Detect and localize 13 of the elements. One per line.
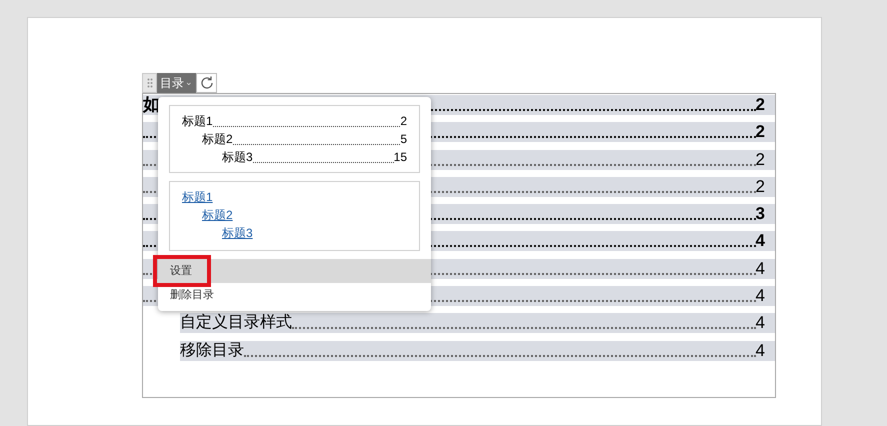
page-number: 15 — [394, 149, 407, 166]
toc-entry[interactable]: 移除目录 4 — [180, 340, 775, 361]
toc-entry[interactable]: 自定义目录样式 4 — [180, 313, 775, 334]
drag-handle[interactable] — [142, 73, 157, 93]
entry-link[interactable]: 标题2 — [202, 206, 233, 224]
menu-item[interactable]: 删除目录 — [170, 285, 218, 305]
toc-style-option[interactable]: 标题1 2 标题2 5 标题3 15 — [169, 105, 420, 173]
entry-title: 标题3 — [222, 149, 253, 166]
toc-button[interactable]: 目录⌄ — [157, 73, 196, 93]
refresh-icon — [198, 75, 214, 91]
menu-item[interactable]: 设置 — [153, 255, 211, 287]
refresh-button[interactable] — [196, 73, 217, 93]
toc-style-option[interactable]: 标题1 标题2 标题3 — [169, 181, 420, 251]
